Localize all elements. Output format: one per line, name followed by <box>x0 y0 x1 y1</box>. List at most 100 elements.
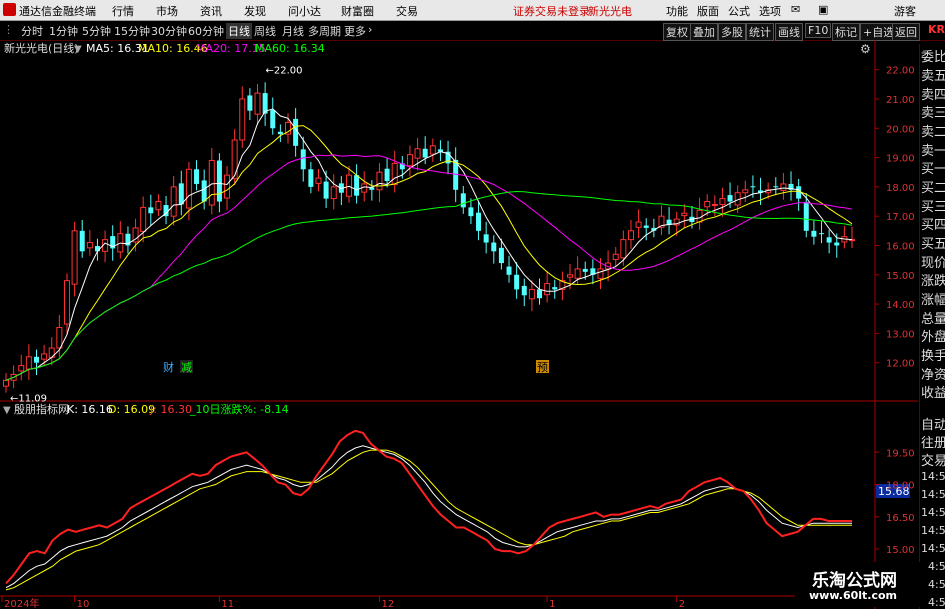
menu-hangqing[interactable]: 行情 <box>112 3 134 19</box>
ma60-line <box>5 190 853 381</box>
candle-body-down <box>643 225 649 228</box>
candle-body-up <box>315 177 322 184</box>
menu-zixun[interactable]: 资讯 <box>200 3 222 19</box>
tab-5min[interactable]: 5分钟 <box>82 23 111 39</box>
btn-huaxian[interactable]: 画线 <box>775 23 803 41</box>
side-item: 14:5 <box>921 470 945 483</box>
price-tick-label: 19.00 <box>886 154 915 165</box>
candle-body-down <box>498 247 504 264</box>
candle-body-up <box>41 353 48 360</box>
price-tick-label: 21.00 <box>886 95 915 106</box>
btn-f10[interactable]: F10 <box>805 23 832 38</box>
candle-body-up <box>208 159 215 206</box>
menu-banmian[interactable]: 版面 <box>697 3 719 19</box>
candle-body-up <box>56 327 63 349</box>
candle-body-up <box>155 201 162 211</box>
tab-weekly[interactable]: 周线 <box>254 23 276 39</box>
menu-gongneng[interactable]: 功能 <box>666 3 688 19</box>
marker-jian[interactable]: 减 <box>181 361 192 374</box>
candle-body-up <box>224 174 231 199</box>
side-item: 总量 <box>921 312 945 327</box>
more-chevron-icon[interactable]: › <box>368 23 372 36</box>
candle-body-down <box>773 186 779 188</box>
candle-body-up <box>185 168 192 209</box>
tab-60min[interactable]: 60分钟 <box>188 23 224 39</box>
side-item: 换手 <box>921 349 945 364</box>
side-item: 涨跌 <box>921 274 945 289</box>
btn-duogu[interactable]: 多股 <box>718 23 746 41</box>
candle-body-down <box>201 180 207 202</box>
side-item: 卖三 <box>921 106 945 121</box>
side-item[interactable]: 自动 <box>921 414 945 433</box>
user-icon[interactable]: ▣ <box>818 3 828 16</box>
candle-body-down <box>552 287 558 290</box>
message-icon[interactable]: ✉ <box>791 3 800 16</box>
tab-30min[interactable]: 30分钟 <box>151 23 187 39</box>
candle-body-down <box>727 195 733 202</box>
tab-daily[interactable]: 日线 <box>226 23 252 39</box>
candle-body-down <box>194 169 200 184</box>
candle-body-down <box>506 266 512 275</box>
candle-body-up <box>406 154 413 167</box>
j-line <box>5 429 852 585</box>
low-price-label: ←11.09 <box>10 393 47 404</box>
btn-back[interactable]: 返回 <box>892 23 920 41</box>
candle-body-up <box>3 379 9 387</box>
btn-biaoji[interactable]: 标记 <box>832 23 860 41</box>
menu-wenxiaoda[interactable]: 问小达 <box>288 3 321 19</box>
price-tick-label: 20.00 <box>886 124 915 135</box>
ma10-line <box>5 125 853 381</box>
legend-k: K: 16.16 <box>67 403 113 416</box>
btn-diejia[interactable]: 叠加 <box>690 23 718 41</box>
menu-jiaoyi[interactable]: 交易 <box>396 3 418 19</box>
candle-body-down <box>354 175 360 196</box>
indicator-lines-layer <box>5 429 852 591</box>
candle-body-down <box>148 207 154 214</box>
ma5-line <box>5 108 853 381</box>
btn-tongji[interactable]: 统计 <box>746 23 774 41</box>
candle-body-up <box>544 283 551 296</box>
candle-body-up <box>239 98 246 141</box>
guest-label[interactable]: 游客 <box>894 3 916 19</box>
price-tick-label: 17.00 <box>886 212 915 223</box>
candle-body-down <box>79 230 85 252</box>
price-tick-label: 14.00 <box>886 300 915 311</box>
candle-body-down <box>468 207 474 217</box>
candle-body-up <box>414 148 421 159</box>
candle-body-up <box>620 239 627 259</box>
menu-caifuquan[interactable]: 财富圈 <box>341 3 374 19</box>
trade-login-status[interactable]: 证券交易未登录 <box>513 3 590 19</box>
watermark-url: www.60lt.com <box>809 589 898 602</box>
menu-shichang[interactable]: 市场 <box>156 3 178 19</box>
watermark: 乐淘公式网 www.60lt.com <box>795 562 927 607</box>
side-item[interactable]: 往册 <box>921 432 945 451</box>
time-tick-label: 1 <box>549 599 555 609</box>
settings-gear-icon[interactable]: ⚙ <box>860 42 871 56</box>
menu-xuanxiang[interactable]: 选项 <box>759 3 781 19</box>
candle-body-up <box>612 253 619 261</box>
candle-body-down <box>811 230 817 237</box>
candle-body-down <box>33 356 39 363</box>
tab-1min[interactable]: 1分钟 <box>49 23 78 39</box>
candle-body-up <box>567 274 573 278</box>
marker-yu[interactable]: 预 <box>537 361 548 374</box>
side-item[interactable]: 交易 <box>921 450 945 469</box>
legend-toggle-icon[interactable]: ▼ <box>74 44 82 55</box>
tab-monthly[interactable]: 月线 <box>282 23 304 39</box>
tab-multi-period[interactable]: 多周期 <box>308 23 341 39</box>
tab-fenshi[interactable]: 分时 <box>21 23 43 39</box>
indicator-toggle-icon[interactable]: ▼ <box>3 405 11 416</box>
price-tick-label: 13.00 <box>886 329 915 340</box>
menu-gongshi[interactable]: 公式 <box>728 3 750 19</box>
tab-more[interactable]: 更多 <box>344 23 366 39</box>
side-item: 外盘 <box>921 330 945 345</box>
menu-faxian[interactable]: 发现 <box>244 3 266 19</box>
candle-body-up <box>231 139 238 180</box>
btn-fuquan[interactable]: 复权 <box>663 23 691 41</box>
side-item: 买一 <box>921 162 945 177</box>
candle-body-up <box>719 198 726 205</box>
tab-15min[interactable]: 15分钟 <box>114 23 150 39</box>
chart-canvas[interactable]: 新光光电(日线) ▼ MA5: 16.31 MA10: 16.46 MA20: … <box>0 40 918 609</box>
marker-cai[interactable]: 财 <box>163 360 174 374</box>
candle-body-up <box>170 186 177 217</box>
